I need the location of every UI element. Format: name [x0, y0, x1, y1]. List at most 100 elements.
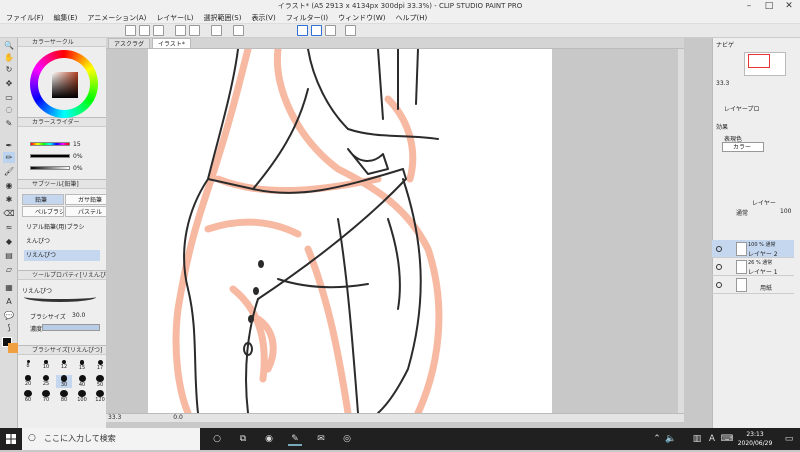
fill-icon[interactable]	[233, 25, 244, 36]
airbrush-tool-icon[interactable]: ◉	[3, 180, 15, 191]
doc-tab-2[interactable]: イラスト*	[152, 38, 191, 49]
brush-size-option[interactable]: 15	[74, 360, 90, 373]
menu-layer[interactable]: レイヤー(L)	[156, 13, 193, 23]
brush-size-option[interactable]: 60	[20, 390, 36, 403]
undo-icon[interactable]	[175, 25, 186, 36]
chrome-icon[interactable]: ◉	[262, 432, 276, 446]
expression-color-select[interactable]: カラー	[722, 142, 764, 152]
brush-size-option[interactable]: 10	[38, 360, 54, 373]
menu-filter[interactable]: フィルター(I)	[286, 13, 328, 23]
save-icon[interactable]	[153, 25, 164, 36]
value-slider[interactable]: 0%	[30, 164, 83, 172]
menu-file[interactable]: ファイル(F)	[6, 13, 44, 23]
background-color-swatch[interactable]	[8, 343, 18, 353]
subtool-pen-brush-tab[interactable]: ペルブラシ	[22, 206, 64, 217]
snap-ruler-icon[interactable]	[297, 25, 308, 36]
subtool-pencil-tab[interactable]: 鉛筆	[22, 194, 64, 205]
keyboard-icon[interactable]: ⌨	[720, 432, 734, 446]
decoration-tool-icon[interactable]: ✱	[3, 194, 15, 205]
blend-mode-select[interactable]: 通常	[736, 208, 748, 217]
brush-size-option[interactable]: 40	[74, 375, 90, 388]
tray-arrow-icon[interactable]: ⌃	[650, 432, 664, 446]
maximize-button[interactable]: □	[762, 0, 776, 12]
status-zoom[interactable]: 33.3	[108, 414, 121, 421]
color-square[interactable]	[52, 72, 78, 98]
eraser-tool-icon[interactable]: ⌫	[3, 208, 15, 219]
open-file-icon[interactable]	[139, 25, 150, 36]
fill-tool-icon[interactable]: ◆	[3, 236, 15, 247]
zoom-tool-icon[interactable]: 🔍	[3, 40, 15, 51]
navigator-zoom[interactable]: 33.3	[716, 80, 729, 87]
vertical-scrollbar[interactable]	[678, 49, 684, 413]
status-angle[interactable]: 0.0	[173, 414, 183, 421]
menu-view[interactable]: 表示(V)	[251, 13, 275, 23]
move-tool-icon[interactable]: ✥	[3, 78, 15, 89]
doc-tab-1[interactable]: アスクラグ	[108, 38, 151, 49]
script-icon[interactable]	[345, 25, 356, 36]
brush-size-option[interactable]: 25	[38, 375, 54, 388]
frame-tool-icon[interactable]: ▦	[3, 282, 15, 293]
taskbar-clock[interactable]: 23:13 2020/06/29	[735, 430, 775, 448]
menu-window[interactable]: ウィンドウ(W)	[338, 13, 385, 23]
drawing-canvas[interactable]	[148, 49, 552, 413]
menu-help[interactable]: ヘルプ(H)	[395, 13, 427, 23]
subtool-item[interactable]: えんぴつ	[24, 236, 100, 247]
text-tool-icon[interactable]: A	[3, 296, 15, 307]
brush-size-value[interactable]: 30.0	[72, 312, 85, 319]
brush-size-option[interactable]: 100	[74, 390, 90, 403]
layer-tab[interactable]: レイヤー	[752, 198, 776, 207]
menu-animation[interactable]: アニメーション(A)	[87, 13, 146, 23]
volume-icon[interactable]: 🔈	[664, 432, 678, 446]
notification-icon[interactable]: ▭	[782, 432, 796, 446]
taskbar-search-input[interactable]: ここに入力して検索	[22, 428, 200, 450]
eye-icon[interactable]	[716, 264, 722, 270]
clear-icon[interactable]	[211, 25, 222, 36]
hand-tool-icon[interactable]: ✋	[3, 52, 15, 63]
ime-indicator[interactable]: A	[705, 432, 719, 446]
lasso-tool-icon[interactable]: ◌	[3, 104, 15, 115]
new-file-icon[interactable]	[125, 25, 136, 36]
saturation-slider[interactable]: 0%	[30, 152, 83, 160]
balloon-tool-icon[interactable]: 💬	[3, 310, 15, 321]
pen-tool-icon[interactable]: ✒	[3, 140, 15, 151]
blend-tool-icon[interactable]: ≈	[3, 222, 15, 233]
subtool-item-selected[interactable]: リえんぴつ	[24, 250, 100, 261]
subtool-item[interactable]: リアル鉛筆(用)ブラシ	[24, 222, 100, 233]
navigator-viewport[interactable]	[748, 54, 770, 68]
hue-slider[interactable]: 15	[30, 140, 81, 148]
opacity-value[interactable]: 100	[780, 208, 791, 215]
app-icon[interactable]: ◎	[340, 432, 354, 446]
snap-grid-icon[interactable]	[325, 25, 336, 36]
rotate-tool-icon[interactable]: ↻	[3, 64, 15, 75]
mail-icon[interactable]: ✉	[314, 432, 328, 446]
navigator-tab[interactable]: ナビゲ	[716, 40, 734, 49]
layer-row-paper[interactable]	[712, 276, 794, 294]
figure-tool-icon[interactable]: ▱	[3, 264, 15, 275]
brush-size-option[interactable]: 12	[56, 360, 72, 373]
windows-start-icon[interactable]	[0, 428, 22, 450]
brush-size-option[interactable]: 80	[56, 390, 72, 403]
brush-size-option[interactable]: 30	[56, 375, 72, 388]
eyedropper-tool-icon[interactable]: ✎	[3, 118, 15, 129]
brush-tool-icon[interactable]: 🖌	[3, 166, 15, 177]
minimize-button[interactable]: –	[742, 0, 756, 12]
layer-property-tab[interactable]: レイヤープロ	[724, 104, 759, 113]
task-view-icon[interactable]: ⧉	[236, 432, 250, 446]
cortana-icon[interactable]: ○	[210, 432, 224, 446]
correction-tool-icon[interactable]: ⟆	[3, 322, 15, 333]
selection-tool-icon[interactable]: ▭	[3, 92, 15, 103]
eye-icon[interactable]	[716, 246, 722, 252]
network-icon[interactable]: ▥	[690, 432, 704, 446]
gradient-tool-icon[interactable]: ▤	[3, 250, 15, 261]
subtool-rough-pencil-tab[interactable]: ガサ鉛筆	[65, 194, 107, 205]
brush-size-option[interactable]: 70	[38, 390, 54, 403]
brush-size-option[interactable]: 20	[20, 375, 36, 388]
subtool-pastel-tab[interactable]: パステル	[65, 206, 107, 217]
brush-size-option[interactable]: 8	[20, 360, 36, 373]
redo-icon[interactable]	[189, 25, 200, 36]
clip-studio-icon[interactable]: ✎	[288, 432, 302, 446]
close-button[interactable]: ✕	[782, 0, 796, 12]
snap-special-ruler-icon[interactable]	[311, 25, 322, 36]
menu-edit[interactable]: 編集(E)	[54, 13, 78, 23]
eye-icon[interactable]	[716, 282, 722, 288]
